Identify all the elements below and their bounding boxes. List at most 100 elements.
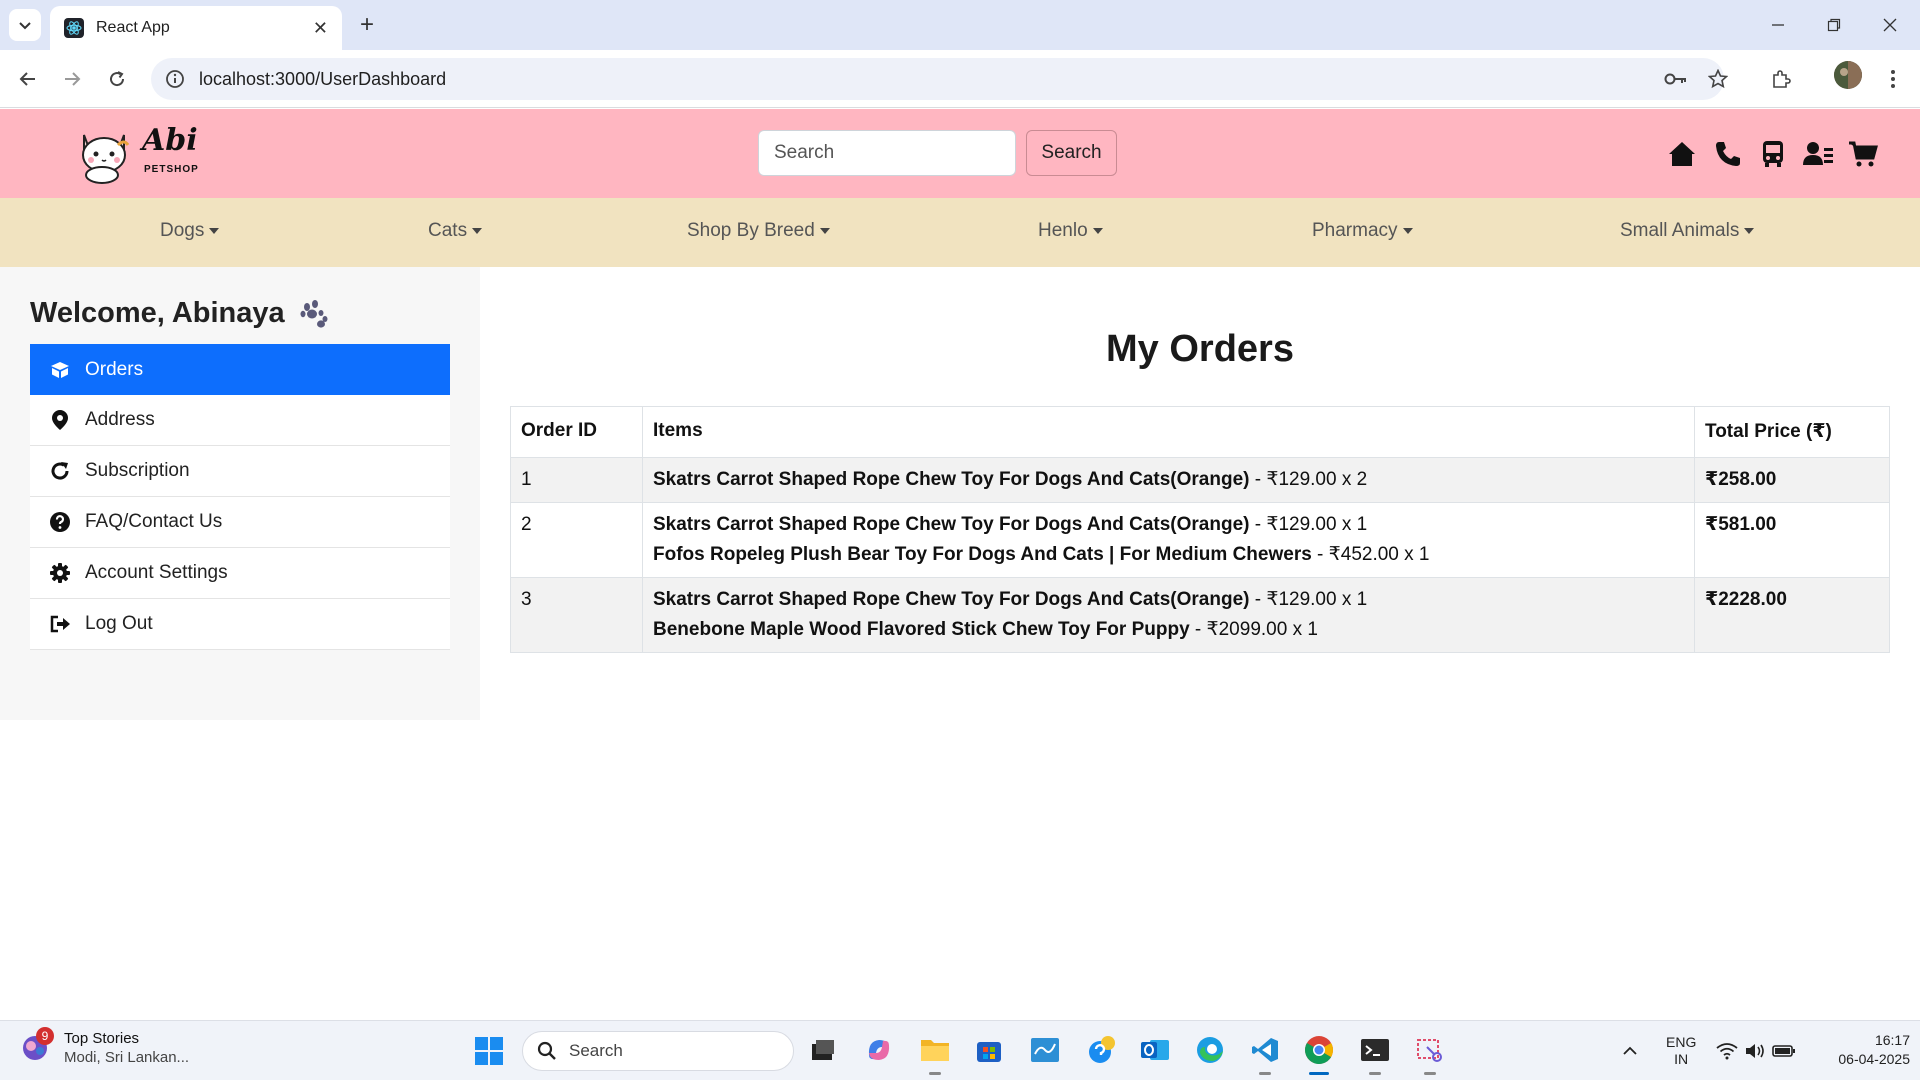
logo-text: Abi [142,123,198,158]
address-bar[interactable]: localhost:3000/UserDashboard [151,58,1724,100]
caret-down-icon [1092,228,1103,234]
nav-label: Small Animals [1620,220,1740,241]
nav-henlo-dropdown[interactable]: Henlo [1038,220,1103,242]
taskbar-terminal[interactable] [1358,1033,1392,1075]
order-item: Benebone Maple Wood Flavored Stick Chew … [653,615,1684,645]
nav-pharmacy-dropdown[interactable]: Pharmacy [1312,220,1413,242]
restore-button[interactable] [1806,0,1862,50]
tab-title: React App [96,19,170,36]
logo-subtext: PETSHOP [144,164,199,175]
menu-item-logout[interactable]: Log Out [30,599,450,650]
forward-button[interactable] [55,62,89,96]
site-info-icon[interactable] [165,69,185,89]
order-item: Fofos Ropeleg Plush Bear Toy For Dogs An… [653,540,1684,570]
news-widget[interactable]: 9 Top Stories Modi, Sri Lankan... [20,1027,189,1067]
reload-button[interactable] [100,62,134,96]
password-key-icon[interactable] [1663,66,1689,92]
taskbar-file-explorer[interactable] [918,1033,952,1075]
table-row: 3 Skatrs Carrot Shaped Rope Chew Toy For… [510,577,1890,653]
browser-tab[interactable]: React App ✕ [50,6,342,50]
minimize-icon [1772,24,1784,26]
table-row: 1 Skatrs Carrot Shaped Rope Chew Toy For… [510,457,1890,503]
nav-dogs-dropdown[interactable]: Dogs [160,220,220,242]
menu-item-address[interactable]: Address [30,395,450,446]
menu-item-label: FAQ/Contact Us [85,511,223,532]
order-id-cell: 1 [510,457,643,503]
taskbar-copilot[interactable] [862,1033,896,1067]
column-header-total-price: Total Price (₹) [1694,406,1890,458]
order-items-cell: Skatrs Carrot Shaped Rope Chew Toy For D… [642,457,1695,503]
taskbar-search-label: Search [569,1041,623,1060]
taskbar-snipping-tool[interactable] [1413,1033,1447,1075]
language-indicator[interactable]: ENG IN [1666,1021,1696,1080]
extensions-puzzle-icon[interactable] [1768,66,1794,92]
new-tab-button[interactable]: + [352,10,382,40]
back-button[interactable] [11,62,45,96]
chevron-down-icon [19,22,31,30]
tray-status-icons[interactable] [1716,1021,1796,1080]
phone-icon[interactable] [1713,139,1743,169]
profile-avatar[interactable] [1834,61,1862,89]
copilot-icon [868,1040,890,1060]
clock-date: 06-04-2025 [1838,1051,1910,1067]
item-detail: - ₹129.00 x 1 [1249,514,1368,535]
bus-icon[interactable] [1758,139,1788,169]
cart-icon[interactable] [1848,139,1878,169]
close-window-button[interactable] [1862,0,1918,50]
taskbar-edge[interactable] [1193,1033,1227,1067]
site-search-input[interactable] [758,130,1016,176]
taskbar-clock[interactable]: 16:17 06-04-2025 [1812,1031,1910,1069]
page-title: My Orders [1106,328,1294,370]
site-header: Abi PETSHOP Search [0,109,1920,198]
user-list-icon[interactable] [1803,139,1833,169]
menu-item-account-settings[interactable]: Account Settings [30,548,450,599]
menu-item-subscription[interactable]: Subscription [30,446,450,497]
menu-item-faq-contact[interactable]: FAQ/Contact Us [30,497,450,548]
item-detail: - ₹129.00 x 2 [1249,469,1368,490]
paw-icon [300,299,328,328]
home-icon[interactable] [1667,139,1697,169]
caret-down-icon [472,228,483,234]
question-circle-icon [50,512,70,532]
nav-shop-by-breed-dropdown[interactable]: Shop By Breed [687,220,830,242]
news-badge: 9 [36,1027,54,1045]
folder-icon [921,1040,949,1061]
tray-overflow-button[interactable] [1622,1021,1638,1080]
taskbar-store[interactable] [972,1033,1006,1067]
order-item: Skatrs Carrot Shaped Rope Chew Toy For D… [653,585,1684,615]
windows-start-icon[interactable] [474,1036,504,1066]
lang-line2: IN [1674,1051,1689,1067]
running-indicator [1309,1072,1329,1075]
nav-cats-dropdown[interactable]: Cats [428,220,483,242]
taskbar-chrome[interactable] [1302,1033,1336,1075]
category-nav: Dogs Cats Shop By Breed Henlo Pharmacy S… [0,198,1920,267]
running-indicator [1424,1072,1436,1075]
vscode-icon [1252,1038,1278,1062]
arrow-left-icon [19,72,35,86]
nav-small-animals-dropdown[interactable]: Small Animals [1620,220,1755,242]
nav-label: Henlo [1038,220,1088,241]
taskbar-search[interactable]: Search [522,1031,794,1071]
running-indicator [929,1072,941,1075]
item-name: Skatrs Carrot Shaped Rope Chew Toy For D… [653,469,1250,490]
taskbar-outlook[interactable] [1138,1033,1172,1067]
bookmark-star-icon[interactable] [1705,66,1731,92]
lang-line1: ENG [1666,1034,1697,1050]
site-search-button[interactable]: Search [1026,130,1117,176]
taskbar-task-view[interactable] [806,1033,840,1067]
wifi-icon [1716,1043,1738,1060]
battery-icon [1772,1045,1795,1057]
dashboard-sidebar: Welcome, Abinaya Orders Address Subscrip… [0,267,480,720]
welcome-heading: Welcome, Abinaya [30,297,329,330]
taskbar-mysql[interactable] [1028,1033,1062,1067]
taskbar-vscode[interactable] [1248,1033,1282,1075]
browser-menu-icon[interactable] [1880,66,1906,92]
menu-item-label: Account Settings [85,562,228,583]
taskbar-help[interactable] [1084,1033,1118,1067]
react-favicon-icon [64,18,84,38]
tab-close-icon[interactable]: ✕ [313,18,328,39]
os-taskbar: 9 Top Stories Modi, Sri Lankan... Search [0,1020,1920,1080]
minimize-button[interactable] [1750,0,1806,50]
menu-item-orders[interactable]: Orders [30,344,450,395]
tab-search-button[interactable] [9,9,41,41]
